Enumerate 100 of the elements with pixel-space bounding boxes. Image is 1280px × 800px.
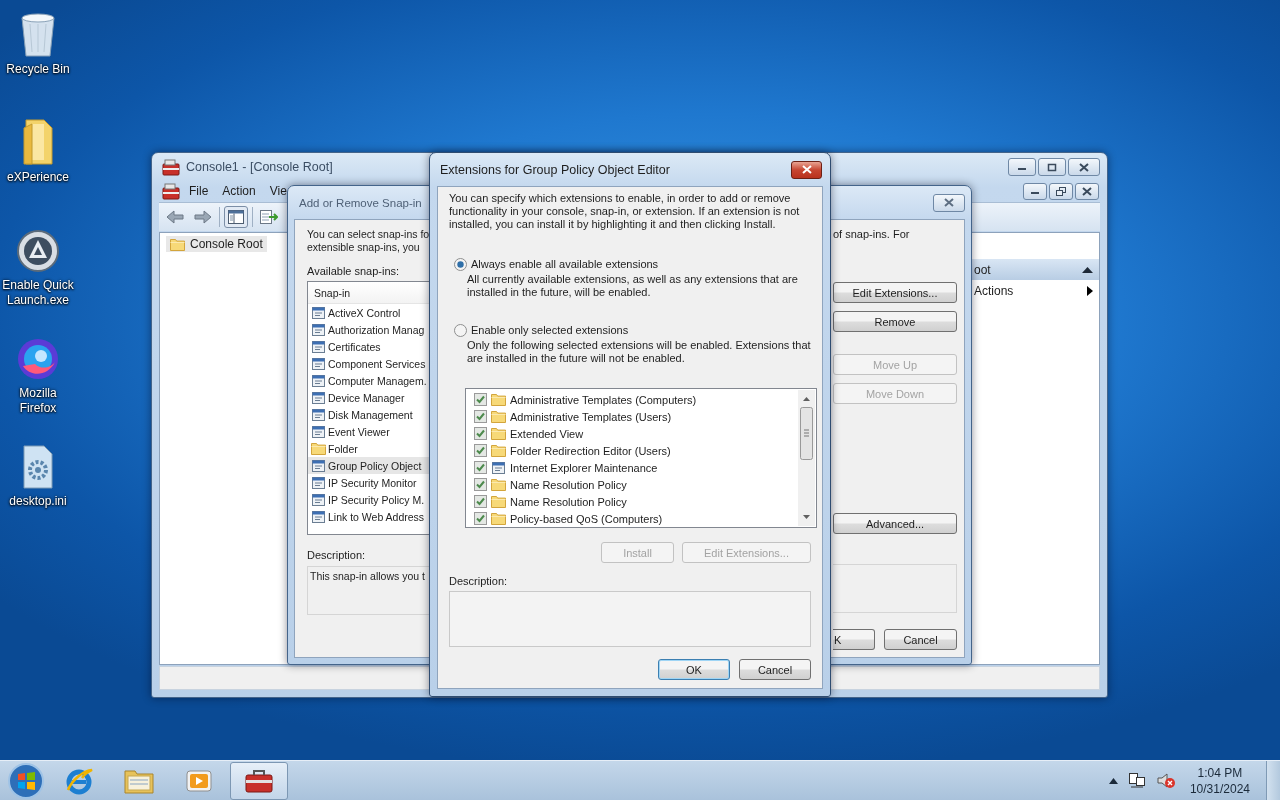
ok-button[interactable]: K [833, 629, 875, 650]
clock-time[interactable]: 1:04 PM [1197, 764, 1243, 781]
checkbox[interactable] [474, 495, 487, 508]
radio-button[interactable] [454, 258, 467, 271]
list-item[interactable]: Computer Managem. [308, 372, 431, 389]
minimize-button[interactable] [1023, 182, 1047, 200]
list-item[interactable]: Folder [308, 440, 431, 457]
option-label[interactable]: Always enable all available extensions [471, 258, 659, 271]
dialog-button[interactable]: Remove [833, 311, 957, 332]
list-item[interactable]: ActiveX Control [308, 304, 431, 321]
snap-in-icon [311, 475, 326, 490]
dialog-button[interactable]: Advanced... [833, 513, 957, 534]
browser-icon[interactable] [15, 336, 61, 382]
checkbox[interactable] [474, 478, 487, 491]
show-hidden-icons-button[interactable] [1108, 777, 1118, 784]
vertical-scrollbar[interactable] [798, 390, 815, 526]
desktop-icon-label[interactable]: eXPerience [6, 170, 69, 185]
folder-icon [491, 444, 506, 457]
actions-item[interactable]: Actions [974, 283, 1014, 298]
maximize-icon [1047, 162, 1057, 172]
list-item[interactable]: Certificates [308, 338, 431, 355]
snap-in-icon [311, 424, 326, 439]
snap-in-icon [311, 492, 326, 507]
extension-label[interactable]: Internet Explorer Maintenance [510, 461, 658, 474]
desktop-icon-label[interactable]: desktop.ini [9, 494, 67, 509]
menu-item[interactable]: File [182, 182, 216, 200]
checkbox[interactable] [474, 393, 487, 406]
restore-button[interactable] [1049, 182, 1073, 200]
list-item[interactable]: IP Security Policy M. [308, 491, 431, 508]
app-icon[interactable] [15, 228, 61, 274]
export-list-icon[interactable] [260, 210, 278, 224]
extension-label[interactable]: Extended View [510, 427, 584, 440]
list-item[interactable]: Authorization Manag [308, 321, 431, 338]
list-item[interactable]: Disk Management [308, 406, 431, 423]
extension-label[interactable]: Name Resolution Policy [510, 495, 627, 508]
desktop-icon-label[interactable]: Enable Quick Launch.exe [0, 278, 76, 308]
list-item[interactable]: IP Security Monitor [308, 474, 431, 491]
close-button[interactable] [1068, 158, 1100, 176]
intro-text: You can select snap-ins fo [307, 228, 431, 241]
menu-item[interactable]: Action [215, 182, 263, 200]
close-button[interactable] [791, 160, 822, 179]
extension-list[interactable] [465, 388, 817, 528]
list-item[interactable]: Component Services [308, 355, 431, 372]
desktop-icon-label[interactable]: Mozilla Firefox [0, 386, 76, 416]
option-label[interactable]: Enable only selected extensions [471, 324, 629, 337]
maximize-button[interactable] [1038, 158, 1066, 176]
snap-in-icon [311, 322, 326, 337]
folder-icon [491, 495, 506, 508]
snap-in-list[interactable] [307, 281, 431, 535]
dialog-title: Extensions for Group Policy Object Editor [440, 162, 670, 177]
snap-in-icon [311, 373, 326, 388]
extension-label[interactable]: Policy-based QoS (Computers) [510, 512, 663, 525]
console-tree-icon[interactable] [228, 210, 244, 224]
checkbox[interactable] [474, 512, 487, 525]
radio-button[interactable] [454, 324, 467, 337]
folder-icon [491, 478, 506, 491]
network-icon[interactable] [1127, 772, 1146, 789]
list-item[interactable]: Link to Web Address [308, 508, 431, 525]
restore-icon [1056, 186, 1066, 196]
checkbox[interactable] [474, 461, 487, 474]
intro-text: of snap-ins. For [833, 228, 910, 241]
extension-label[interactable]: Folder Redirection Editor (Users) [510, 444, 671, 457]
checkbox[interactable] [474, 410, 487, 423]
close-icon [1082, 186, 1092, 196]
minimize-button[interactable] [1008, 158, 1036, 176]
checkbox[interactable] [474, 444, 487, 457]
collapse-icon[interactable] [1082, 266, 1093, 273]
extension-label[interactable]: Administrative Templates (Users) [510, 410, 672, 423]
cancel-button[interactable]: Cancel [884, 629, 957, 650]
extension-label[interactable]: Administrative Templates (Computers) [510, 393, 697, 406]
dialog-button[interactable]: Edit Extensions... [833, 282, 957, 303]
speaker-muted-icon[interactable] [1155, 772, 1176, 789]
snap-in-icon [311, 390, 326, 405]
checkbox[interactable] [474, 427, 487, 440]
actions-header[interactable]: oot [971, 259, 1099, 280]
submenu-arrow-icon[interactable] [1087, 285, 1093, 296]
list-item[interactable]: Event Viewer [308, 423, 431, 440]
extension-label[interactable]: Name Resolution Policy [510, 478, 627, 491]
ok-button[interactable]: OK [658, 659, 730, 680]
folder-icon[interactable] [20, 118, 56, 166]
close-button[interactable] [933, 193, 965, 212]
dialog-title: Add or Remove Snap-in [299, 196, 422, 209]
cancel-button[interactable]: Cancel [739, 659, 811, 680]
list-item[interactable]: Device Manager [308, 389, 431, 406]
taskbar-button[interactable] [230, 761, 288, 800]
list-item[interactable]: Group Policy Object [308, 457, 431, 474]
desktop-icon-label[interactable]: Recycle Bin [6, 62, 70, 77]
clock-date[interactable]: 10/31/2024 [1189, 780, 1250, 797]
recycle-bin-icon[interactable] [18, 10, 58, 58]
actions-header-label: oot [974, 262, 991, 277]
folder-icon [491, 427, 506, 440]
snap-in-icon [311, 339, 326, 354]
tree-item[interactable]: Console Root [166, 236, 267, 252]
folder-icon [491, 410, 506, 423]
close-icon [1079, 162, 1089, 172]
close-button[interactable] [1075, 182, 1099, 200]
forward-arrow-icon[interactable] [194, 210, 212, 224]
back-arrow-icon[interactable] [166, 210, 184, 224]
intro-text: extensible snap-ins, you [307, 241, 421, 254]
folder-icon [311, 442, 326, 455]
